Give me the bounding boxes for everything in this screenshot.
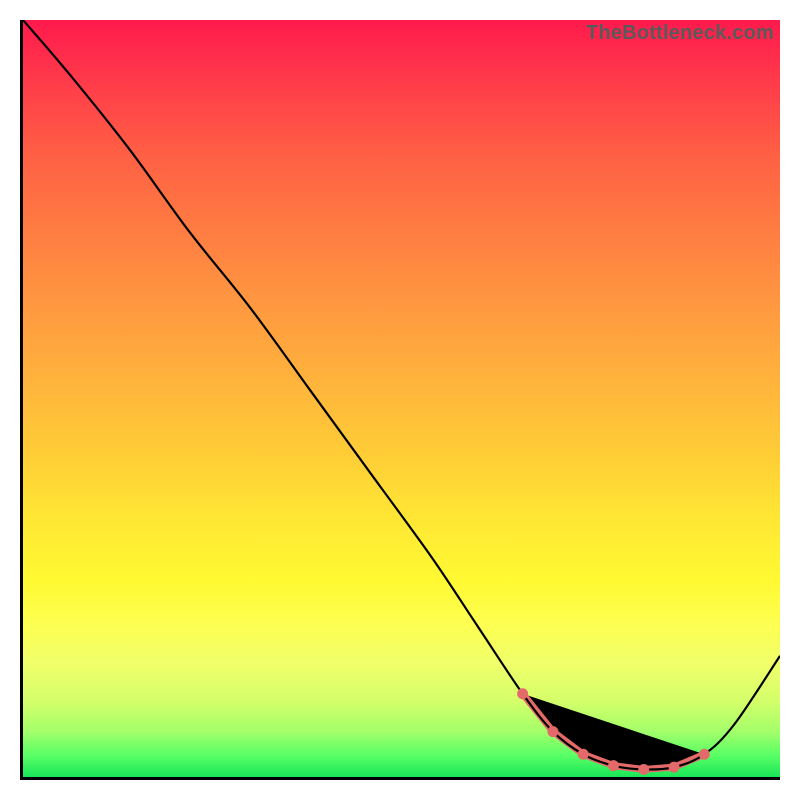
plot-area: TheBottleneck.com [20,20,780,780]
main-curve [23,20,780,770]
chart-svg [23,20,780,777]
highlight-dot [638,764,649,775]
highlight-dot [608,760,619,771]
highlight-dot [517,688,528,699]
highlight-dot [578,749,589,760]
chart-container: TheBottleneck.com [0,0,800,800]
highlight-dot [699,749,710,760]
highlight-dot [547,726,558,737]
highlight-dot [669,762,680,773]
